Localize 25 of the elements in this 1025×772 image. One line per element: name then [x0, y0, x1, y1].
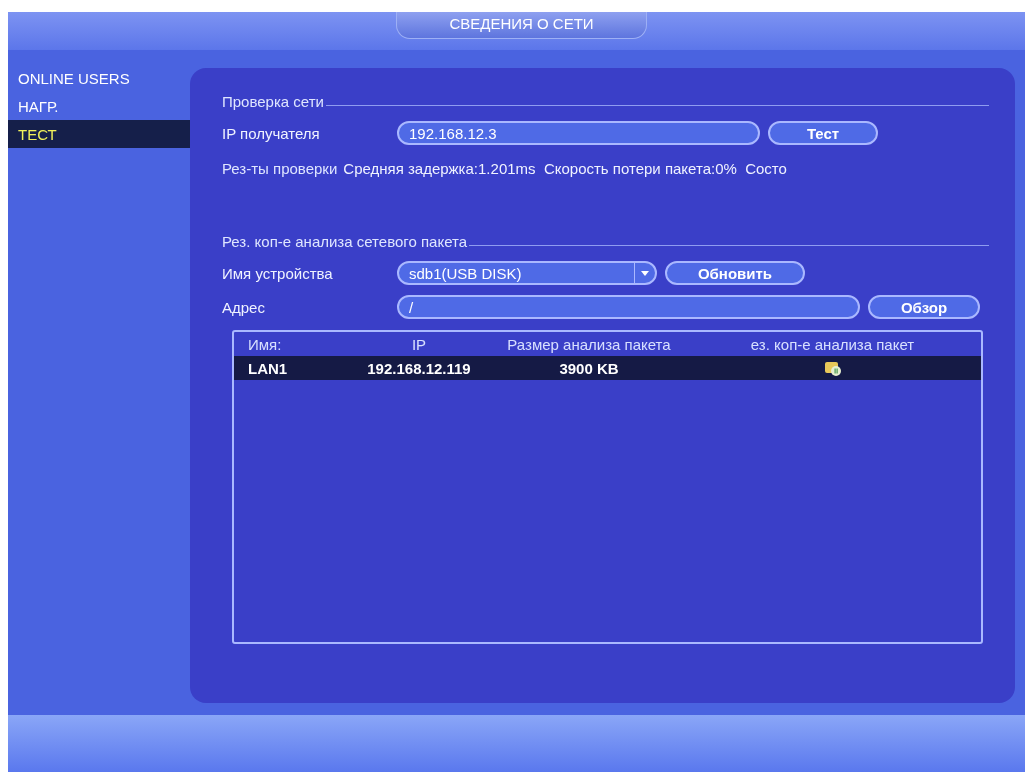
window-title: СВЕДЕНИЯ О СЕТИ — [396, 12, 647, 39]
refresh-button[interactable]: Обновить — [665, 261, 805, 285]
browse-button[interactable]: Обзор — [868, 295, 980, 319]
sidebar-item[interactable]: ONLINE USERS — [8, 64, 190, 92]
column-header: ез. коп-е анализа пакет — [749, 335, 916, 353]
table-cell-text: 3900 KB — [558, 359, 620, 377]
column-header: Размер анализа пакета — [506, 335, 672, 353]
field-label: Имя устройства — [222, 264, 334, 282]
test-results-text: Средняя задержка:1.201ms Скорость потери пакета:0% Состо — [343, 159, 787, 177]
column-header: IP — [410, 335, 428, 353]
field-label: Адрес — [222, 298, 266, 316]
field-label: Рез-ты проверки — [222, 159, 338, 177]
ip-input-field[interactable]: 192.168.12.3 — [397, 121, 760, 145]
device-dropdown[interactable]: sdb1(USB DISK) — [397, 261, 657, 285]
address-input-field[interactable]: / — [397, 295, 860, 319]
sidebar-item[interactable]: НАГР. — [8, 92, 190, 120]
table-row[interactable]: LAN1 192.168.12.119 3900 KB — [234, 356, 981, 380]
section-heading: Рез. коп-е анализа сетевого пакета — [222, 233, 468, 250]
test-button[interactable]: Тест — [768, 121, 878, 145]
column-header: Имя: — [247, 335, 283, 353]
sidebar-item[interactable]: ТЕСТ — [8, 120, 190, 148]
section-heading: Проверка сети — [222, 93, 324, 110]
field-label: IP получателя — [222, 124, 321, 142]
table-cell-text: LAN1 — [247, 359, 289, 377]
table-cell-text: 192.168.12.119 — [366, 359, 472, 377]
